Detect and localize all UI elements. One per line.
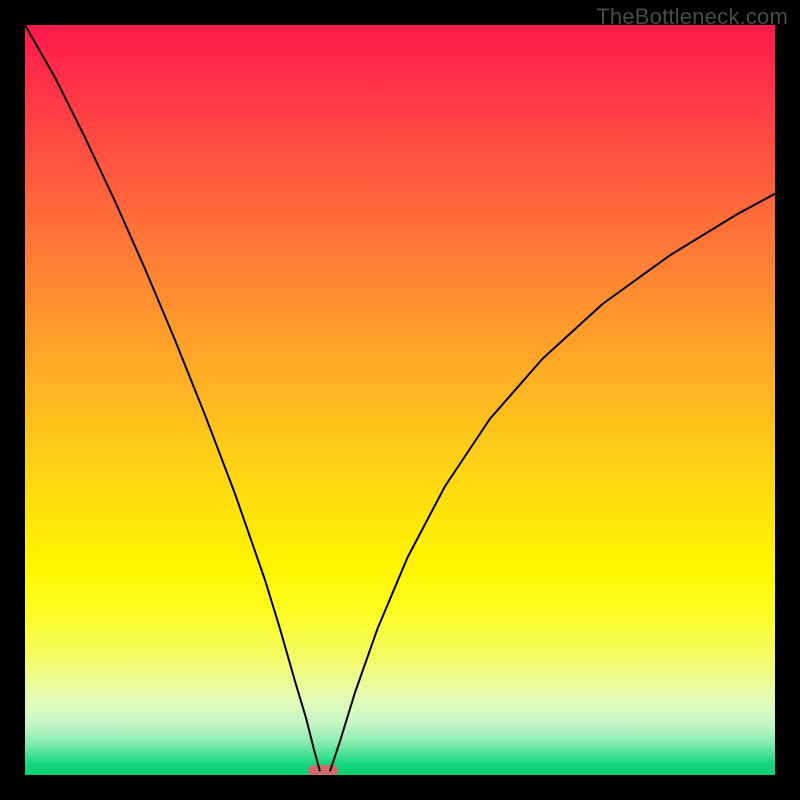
plot-area <box>25 25 775 775</box>
watermark-text: TheBottleneck.com <box>596 4 788 30</box>
heat-gradient <box>25 25 775 775</box>
optimal-marker <box>308 765 338 775</box>
chart-frame: TheBottleneck.com <box>0 0 800 800</box>
